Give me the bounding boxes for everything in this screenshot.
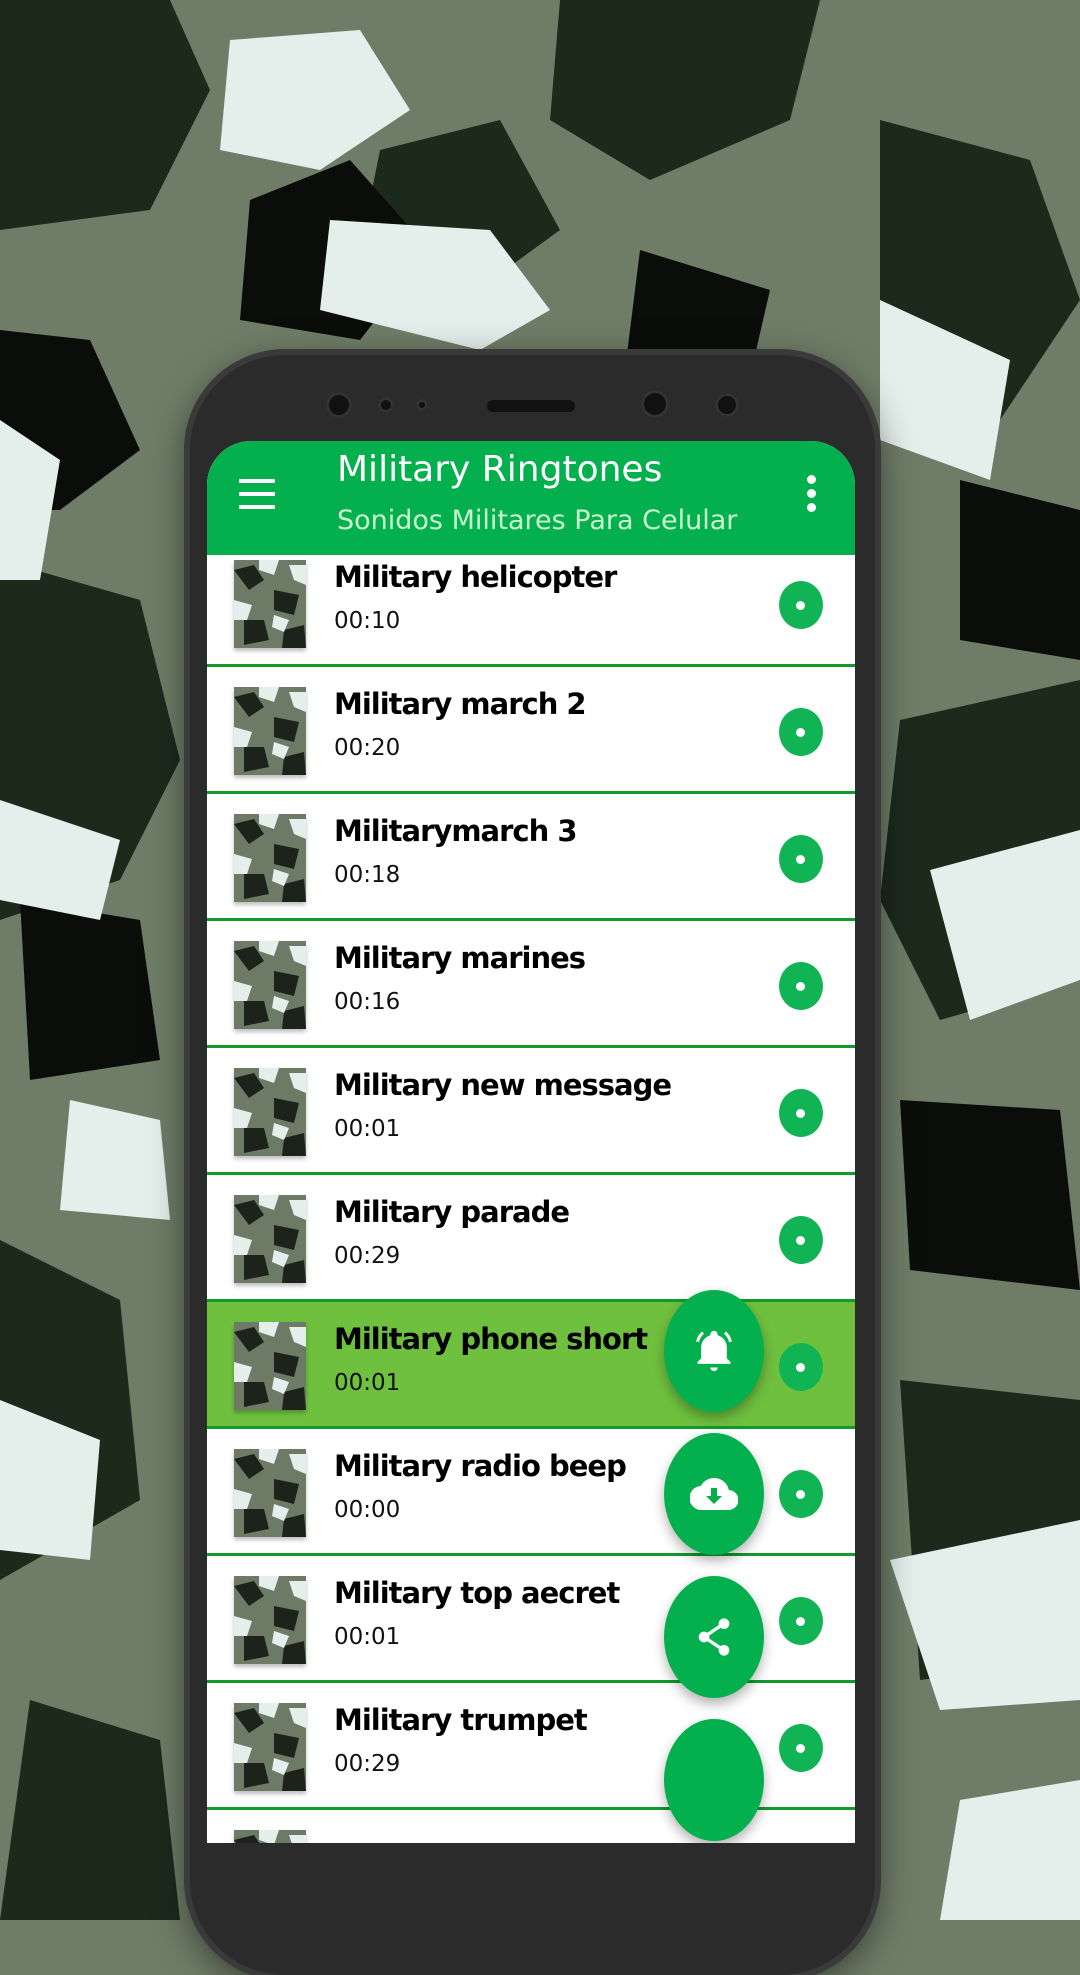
ringtone-name: Military top aecret bbox=[334, 1576, 620, 1610]
app-subtitle: Sonidos Militares Para Celular bbox=[337, 505, 738, 536]
ringtone-thumbnail bbox=[234, 1449, 306, 1537]
play-button-icon[interactable] bbox=[779, 962, 823, 1010]
share-button[interactable] bbox=[664, 1576, 764, 1698]
sensor-icon bbox=[378, 397, 394, 413]
ringtone-row[interactable]: Military new message 00:01 bbox=[207, 1048, 855, 1175]
earpiece-speaker bbox=[487, 400, 575, 412]
ringtone-name: Military trumpet bbox=[334, 1703, 588, 1737]
play-button-icon[interactable] bbox=[779, 1724, 823, 1772]
app-title: Military Ringtones bbox=[337, 449, 663, 490]
main-fab-button[interactable] bbox=[664, 1719, 764, 1841]
ringtone-thumbnail bbox=[234, 560, 306, 648]
ringtone-duration: 00:01 bbox=[334, 1370, 401, 1396]
play-button-icon[interactable] bbox=[779, 835, 823, 883]
ringtone-name: Military parade bbox=[334, 1195, 570, 1229]
ringtone-duration: 00:10 bbox=[334, 608, 401, 634]
more-options-icon[interactable] bbox=[807, 475, 817, 517]
ringtone-row[interactable]: Military march 2 00:20 bbox=[207, 667, 855, 794]
ringtone-name: Military radio beep bbox=[334, 1449, 627, 1483]
ringtone-thumbnail bbox=[234, 941, 306, 1029]
ringtone-name: Military phone short bbox=[334, 1322, 648, 1356]
ringtone-duration: 00:20 bbox=[334, 735, 401, 761]
play-button-icon[interactable] bbox=[779, 1343, 823, 1391]
cloud-download-icon bbox=[690, 1477, 738, 1511]
ringtone-duration: 00:01 bbox=[334, 1116, 401, 1142]
sensor-icon bbox=[416, 399, 428, 411]
ringtone-name: Military march 2 bbox=[334, 687, 587, 721]
download-button[interactable] bbox=[664, 1433, 764, 1555]
ringtone-name: Military marines bbox=[334, 941, 586, 975]
play-button-icon[interactable] bbox=[779, 1216, 823, 1264]
ringtone-thumbnail bbox=[234, 1576, 306, 1664]
play-button-icon[interactable] bbox=[779, 708, 823, 756]
camera-icon bbox=[641, 390, 669, 418]
ringtone-duration: 00:29 bbox=[334, 1751, 401, 1777]
ringtone-row[interactable]: Militarymarch 3 00:18 bbox=[207, 794, 855, 921]
play-button-icon[interactable] bbox=[779, 581, 823, 629]
ringtone-name: Military helicopter bbox=[334, 560, 617, 594]
ringtone-duration: 00:29 bbox=[334, 1243, 401, 1269]
ringtone-row[interactable]: Military parade 00:29 bbox=[207, 1175, 855, 1302]
app-screen: Military Ringtones Sonidos Militares Par… bbox=[207, 441, 855, 1843]
set-ringtone-button[interactable] bbox=[664, 1290, 764, 1412]
ringtone-duration: 00:01 bbox=[334, 1624, 401, 1650]
ringtone-duration: 00:00 bbox=[334, 1497, 401, 1523]
play-button-icon[interactable] bbox=[779, 1089, 823, 1137]
ringtone-thumbnail bbox=[234, 814, 306, 902]
hamburger-menu-icon[interactable] bbox=[239, 479, 275, 509]
ringtone-thumbnail bbox=[234, 1830, 306, 1843]
bell-icon bbox=[696, 1330, 732, 1372]
play-button-icon[interactable] bbox=[779, 1597, 823, 1645]
ringtone-thumbnail bbox=[234, 687, 306, 775]
ringtone-row[interactable]: Military marines 00:16 bbox=[207, 921, 855, 1048]
share-icon bbox=[698, 1618, 730, 1656]
ringtone-duration: 00:16 bbox=[334, 989, 401, 1015]
ringtone-row[interactable] bbox=[207, 1810, 855, 1843]
play-button-icon[interactable] bbox=[779, 1470, 823, 1518]
ringtone-thumbnail bbox=[234, 1703, 306, 1791]
ringtone-duration: 00:18 bbox=[334, 862, 401, 888]
ringtone-thumbnail bbox=[234, 1322, 306, 1410]
ringtone-name: Militarymarch 3 bbox=[334, 814, 578, 848]
camera-icon bbox=[715, 393, 739, 417]
front-camera-icon bbox=[326, 392, 352, 418]
ringtone-row[interactable]: Military helicopter 00:10 bbox=[207, 540, 855, 667]
ringtone-thumbnail bbox=[234, 1068, 306, 1156]
app-toolbar: Military Ringtones Sonidos Militares Par… bbox=[207, 441, 855, 555]
ringtone-thumbnail bbox=[234, 1195, 306, 1283]
ringtone-name: Military new message bbox=[334, 1068, 672, 1102]
